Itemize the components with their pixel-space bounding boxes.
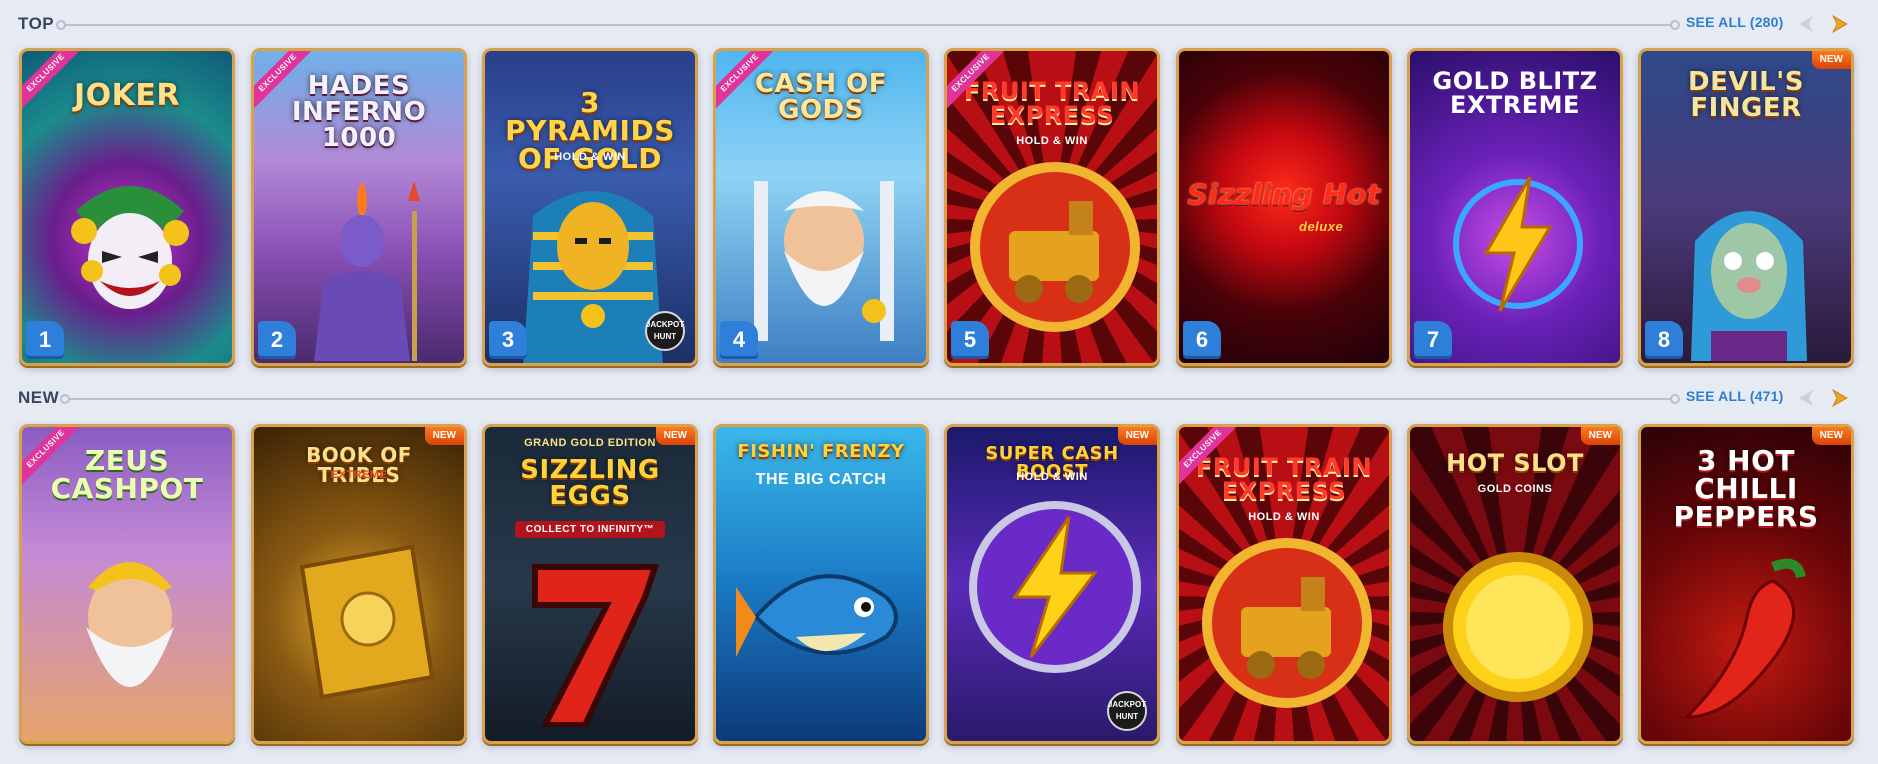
divider-line xyxy=(56,20,1680,30)
see-all-link[interactable]: SEE ALL (471) xyxy=(1686,388,1784,404)
book-icon xyxy=(299,544,435,700)
game-card[interactable]: BOOK OF TRIBES EXTREME NEW xyxy=(251,424,467,744)
section-title: TOP xyxy=(18,14,55,33)
arrow-left-icon[interactable] xyxy=(1796,387,1818,409)
game-card[interactable]: FRUIT TRAIN EXPRESS HOLD & WIN EXCLUSIVE xyxy=(1176,424,1392,744)
divider-line xyxy=(60,394,1680,404)
section-header-new: NEW SEE ALL (471) xyxy=(0,376,1878,424)
game-title: FRUIT TRAIN EXPRESS xyxy=(964,77,1140,129)
game-title: Sizzling Hot xyxy=(1187,178,1381,211)
rank-badge: 5 xyxy=(951,321,989,359)
game-title: JOKER xyxy=(73,78,180,113)
game-subtitle: HOLD & WIN xyxy=(554,151,626,163)
game-card[interactable]: FRUIT TRAIN EXPRESS HOLD & WIN EXCLUSIVE… xyxy=(944,48,1160,366)
game-title: 3 HOT CHILLI PEPPERS xyxy=(1673,444,1819,533)
game-subtitle: deluxe xyxy=(1299,219,1344,234)
joker-face-icon xyxy=(71,186,189,309)
game-subtitle: THE BIG CATCH xyxy=(755,471,887,488)
lightning-bolt-icon xyxy=(1453,176,1583,312)
game-title: CASH OF GODS xyxy=(754,69,888,125)
rank-badge: 7 xyxy=(1414,321,1452,359)
section-new: NEW SEE ALL (471) ZEUS CASHPOT EXCLUSIVE xyxy=(0,376,1878,764)
game-card[interactable]: ZEUS CASHPOT EXCLUSIVE xyxy=(19,424,235,744)
rank-badge: 2 xyxy=(258,321,296,359)
game-title: DEVIL'S FINGER xyxy=(1688,67,1804,123)
game-title: HADES INFERNO 1000 xyxy=(291,71,427,153)
rank-badge: 8 xyxy=(1645,321,1683,359)
character-icon xyxy=(1691,211,1807,361)
section-title: NEW xyxy=(18,388,60,407)
game-card[interactable]: HOT SLOT GOLD COINS NEW xyxy=(1407,424,1623,744)
hades-figure-icon xyxy=(314,181,420,361)
game-card[interactable]: Sizzling Hot deluxe 6 xyxy=(1176,48,1392,366)
jackpot-hunt-badge: JACKPOT HUNT xyxy=(645,311,685,351)
game-subtitle: GOLD COINS xyxy=(1477,483,1553,495)
new-badge: NEW xyxy=(1117,427,1157,445)
game-subtitle: EXTREME xyxy=(330,469,388,481)
rank-badge: 6 xyxy=(1183,321,1221,359)
game-tagline: COLLECT TO INFINITY™ xyxy=(515,521,665,538)
rank-badge: 4 xyxy=(720,321,758,359)
game-card[interactable]: 3 HOT CHILLI PEPPERS NEW xyxy=(1638,424,1854,744)
gold-coin-icon xyxy=(1443,552,1593,702)
new-badge: NEW xyxy=(1811,427,1851,445)
zeus-face-icon xyxy=(86,562,174,687)
new-badge: NEW xyxy=(1811,51,1851,69)
game-card[interactable]: HADES INFERNO 1000 EXCLUSIVE 2 xyxy=(251,48,467,366)
chili-pepper-icon xyxy=(1683,558,1806,719)
game-title: FISHIN' FRENZY xyxy=(737,441,905,462)
games-row-new: ZEUS CASHPOT EXCLUSIVE BOOK OF TRIBES EX… xyxy=(0,424,1878,748)
game-title: ZEUS CASHPOT xyxy=(50,444,204,505)
new-badge: NEW xyxy=(424,427,464,445)
rank-badge: 1 xyxy=(26,321,64,359)
game-card[interactable]: 3 PYRAMIDS OF GOLD HOLD & WIN JACKPOT HU… xyxy=(482,48,698,366)
game-title: SIZZLING EGGS xyxy=(520,455,660,511)
game-card[interactable]: GOLD BLITZ EXTREME 7 xyxy=(1407,48,1623,366)
game-card[interactable]: GRAND GOLD EDITION SIZZLING EGGS COLLECT… xyxy=(482,424,698,744)
arrow-right-icon[interactable] xyxy=(1828,13,1850,35)
new-badge: NEW xyxy=(655,427,695,445)
game-card[interactable]: DEVIL'S FINGER NEW 8 xyxy=(1638,48,1854,366)
seven-icon xyxy=(532,564,660,727)
new-badge: NEW xyxy=(1580,427,1620,445)
game-card[interactable]: JOKER EXCLUSIVE 1 xyxy=(19,48,235,366)
jackpot-hunt-badge: JACKPOT HUNT xyxy=(1107,691,1147,731)
train-icon xyxy=(970,162,1140,332)
game-title: GOLD BLITZ EXTREME xyxy=(1432,67,1598,119)
lightning-bolt-icon xyxy=(969,501,1141,673)
rank-badge: 3 xyxy=(489,321,527,359)
game-title: HOT SLOT xyxy=(1446,449,1584,477)
game-title: FRUIT TRAIN EXPRESS xyxy=(1196,453,1372,505)
game-subtitle: HOLD & WIN xyxy=(1016,135,1088,147)
arrow-right-icon[interactable] xyxy=(1828,387,1850,409)
games-row-top: JOKER EXCLUSIVE 1 HADES INFERNO 1000 EXC… xyxy=(0,48,1878,372)
zeus-face-icon xyxy=(754,181,894,341)
section-top: TOP SEE ALL (280) JOKER EXCLUSIVE 1 HADE… xyxy=(0,0,1878,376)
game-card[interactable]: SUPER CASH BOOST HOLD & WIN JACKPOT HUNT… xyxy=(944,424,1160,744)
game-subtitle: HOLD & WIN xyxy=(1016,471,1088,483)
game-card[interactable]: FISHIN' FRENZY THE BIG CATCH xyxy=(713,424,929,744)
game-subtitle: HOLD & WIN xyxy=(1248,511,1320,523)
arrow-left-icon[interactable] xyxy=(1796,13,1818,35)
section-header-top: TOP SEE ALL (280) xyxy=(0,0,1878,48)
game-card[interactable]: CASH OF GODS EXCLUSIVE 4 xyxy=(713,48,929,366)
train-icon xyxy=(1202,538,1372,708)
fish-icon xyxy=(736,574,898,657)
see-all-link[interactable]: SEE ALL (280) xyxy=(1686,14,1784,30)
